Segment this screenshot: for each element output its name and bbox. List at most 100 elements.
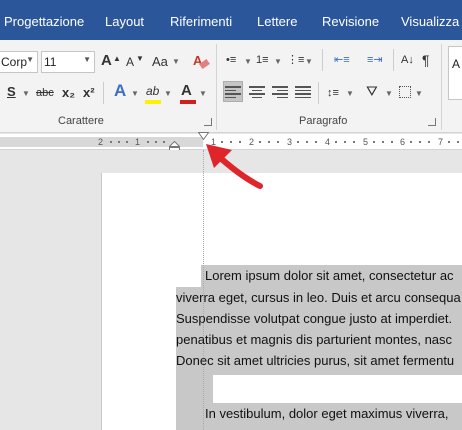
ribbon-tab-bar: Progettazione Layout Riferimenti Lettere… (0, 0, 462, 40)
document-line[interactable]: penatibus et magnis dis parturient monte… (176, 332, 452, 347)
decrease-indent-icon[interactable]: ⇤≡ (334, 52, 350, 68)
ruler-label: 4 (325, 137, 331, 147)
document-line[interactable]: Lorem ipsum dolor sit amet, consectetur … (205, 268, 454, 283)
tab-layout[interactable]: Layout (105, 14, 144, 29)
divider (318, 82, 319, 104)
ribbon: Corp ▼ 11 ▼ A ▲ A ▼ Aa ▼ A S ▼ abc x₂ x²… (0, 40, 462, 133)
document-line[interactable]: Suspendisse volutpat congue justo at imp… (176, 311, 452, 326)
chevron-down-icon: ▼ (305, 57, 313, 66)
ruler-dot (457, 141, 459, 143)
chevron-down-icon: ▼ (172, 57, 180, 66)
chevron-down-icon: ▼ (244, 57, 252, 66)
ruler-label: 1 (135, 137, 141, 147)
ruler-label: 3 (287, 137, 293, 147)
numbering-icon[interactable]: 1≡ (256, 52, 269, 68)
chevron-down-icon: ▼ (385, 89, 393, 98)
increase-indent-icon[interactable]: ≡⇥ (367, 52, 383, 68)
ruler-dot (126, 141, 128, 143)
ruler-dot (373, 141, 375, 143)
font-size-combo[interactable]: 11 ▼ (41, 51, 95, 73)
ruler-dot (391, 141, 393, 143)
chevron-down-icon: ▼ (199, 89, 207, 98)
chevron-down-icon: ▼ (22, 89, 30, 98)
ruler-dot (419, 141, 421, 143)
ruler-dot (118, 141, 120, 143)
ruler-dot (110, 141, 112, 143)
paragraph-dialog-launcher-icon[interactable] (428, 118, 436, 126)
chevron-down-icon: ▼ (164, 89, 172, 98)
sort-icon[interactable]: A↓ (401, 52, 414, 68)
group-divider (441, 44, 442, 130)
align-center-icon[interactable] (249, 86, 265, 98)
caret-up-icon: ▲ (113, 54, 121, 63)
subscript-icon[interactable]: x₂ (62, 85, 75, 101)
font-name-combo[interactable]: Corp ▼ (0, 51, 38, 73)
font-size-value: 11 (44, 55, 57, 69)
ruler-dot (344, 141, 346, 143)
multilevel-list-icon[interactable]: ⋮≡ (287, 52, 304, 68)
change-case-icon[interactable]: Aa (152, 54, 168, 70)
ruler-label: 5 (363, 137, 369, 147)
divider (322, 49, 323, 71)
justify-icon[interactable] (295, 86, 311, 98)
superscript-icon[interactable]: x² (83, 85, 95, 101)
ruler-label: 7 (438, 137, 444, 147)
underline-icon[interactable]: S (7, 84, 16, 100)
annotation-arrow (206, 144, 263, 189)
ruler-dot (163, 141, 165, 143)
tab-revisione[interactable]: Revisione (322, 14, 379, 29)
strikethrough-icon[interactable]: abc (36, 85, 54, 101)
align-right-icon[interactable] (272, 86, 288, 98)
document-line[interactable]: viverra eget, cursus in leo. Duis et arc… (176, 290, 461, 305)
ruler-dot (382, 141, 384, 143)
group-divider (216, 44, 217, 130)
selection-highlight (176, 375, 213, 403)
font-dialog-launcher-icon[interactable] (204, 118, 212, 126)
ruler-label: 6 (400, 137, 406, 147)
ruler-dot (428, 141, 430, 143)
bullets-icon[interactable]: •≡ (226, 52, 236, 68)
chevron-down-icon: ▼ (131, 89, 139, 98)
ruler-dot (448, 141, 450, 143)
line-spacing-icon[interactable]: ↕≡ (327, 85, 339, 101)
highlight-icon[interactable]: ab (146, 83, 159, 99)
caret-down-icon: ▼ (136, 54, 144, 63)
font-color-icon[interactable]: A (181, 83, 192, 99)
highlight-color-bar (145, 100, 161, 104)
ruler-dot (306, 141, 308, 143)
pilcrow-icon[interactable]: ¶ (422, 52, 430, 68)
group-label-paragrafo: Paragrafo (299, 115, 348, 127)
ruler-label: 2 (98, 137, 104, 147)
font-color-bar (180, 100, 196, 104)
ruler-dot (297, 141, 299, 143)
align-left-icon (225, 86, 241, 98)
ruler-dot (335, 141, 337, 143)
chevron-down-icon: ▼ (274, 57, 282, 66)
text-effects-icon[interactable]: A (114, 82, 126, 99)
ruler-dot (353, 141, 355, 143)
shrink-font-icon[interactable]: A (126, 54, 134, 70)
borders-icon[interactable] (399, 86, 411, 98)
tab-progettazione[interactable]: Progettazione (4, 14, 84, 29)
ruler-dot (155, 141, 157, 143)
group-label-carattere: Carattere (58, 115, 104, 127)
chevron-down-icon: ▼ (346, 89, 354, 98)
ruler-dot (315, 141, 317, 143)
tab-lettere[interactable]: Lettere (257, 14, 297, 29)
document-line[interactable]: In vestibulum, dolor eget maximus viverr… (205, 406, 448, 421)
shading-icon[interactable]: ⛛ (366, 83, 378, 99)
styles-gallery[interactable]: A (448, 46, 462, 100)
ruler-dot (410, 141, 412, 143)
chevron-down-icon: ▼ (83, 55, 91, 64)
chevron-down-icon: ▼ (26, 55, 34, 64)
chevron-down-icon: ▼ (415, 89, 423, 98)
divider (103, 82, 104, 104)
ruler-dot (277, 141, 279, 143)
ruler-dot (147, 141, 149, 143)
font-name-value: Corp (1, 55, 28, 69)
divider (393, 49, 394, 71)
document-line[interactable]: Donec sit amet ultricies purus, sit amet… (176, 353, 454, 368)
tab-riferimenti[interactable]: Riferimenti (170, 14, 232, 29)
grow-font-icon[interactable]: A (101, 53, 112, 69)
tab-visualizza[interactable]: Visualizza (401, 14, 459, 29)
